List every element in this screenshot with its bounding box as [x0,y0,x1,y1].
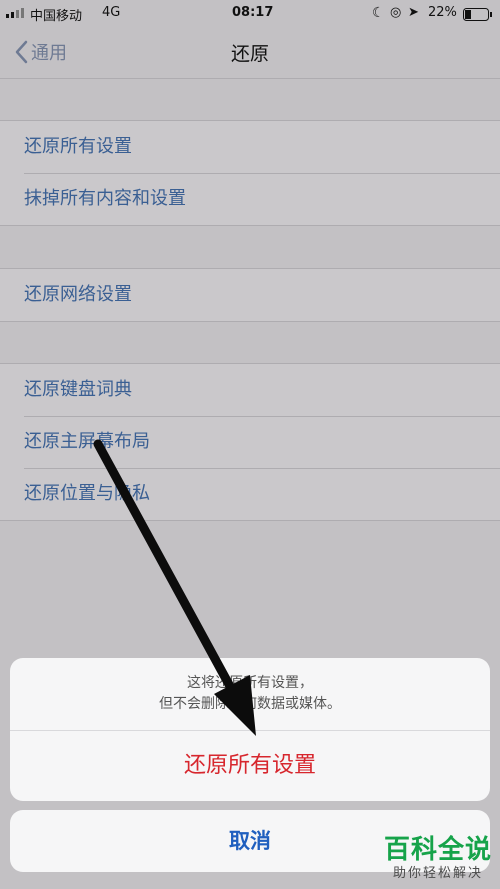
watermark-logo: 百科全说 助你轻松解决 [384,835,492,883]
watermark-subtitle: 助你轻松解决 [392,866,483,881]
annotation-arrow-icon [93,439,256,736]
watermark-title: 百科全说 [383,835,492,865]
